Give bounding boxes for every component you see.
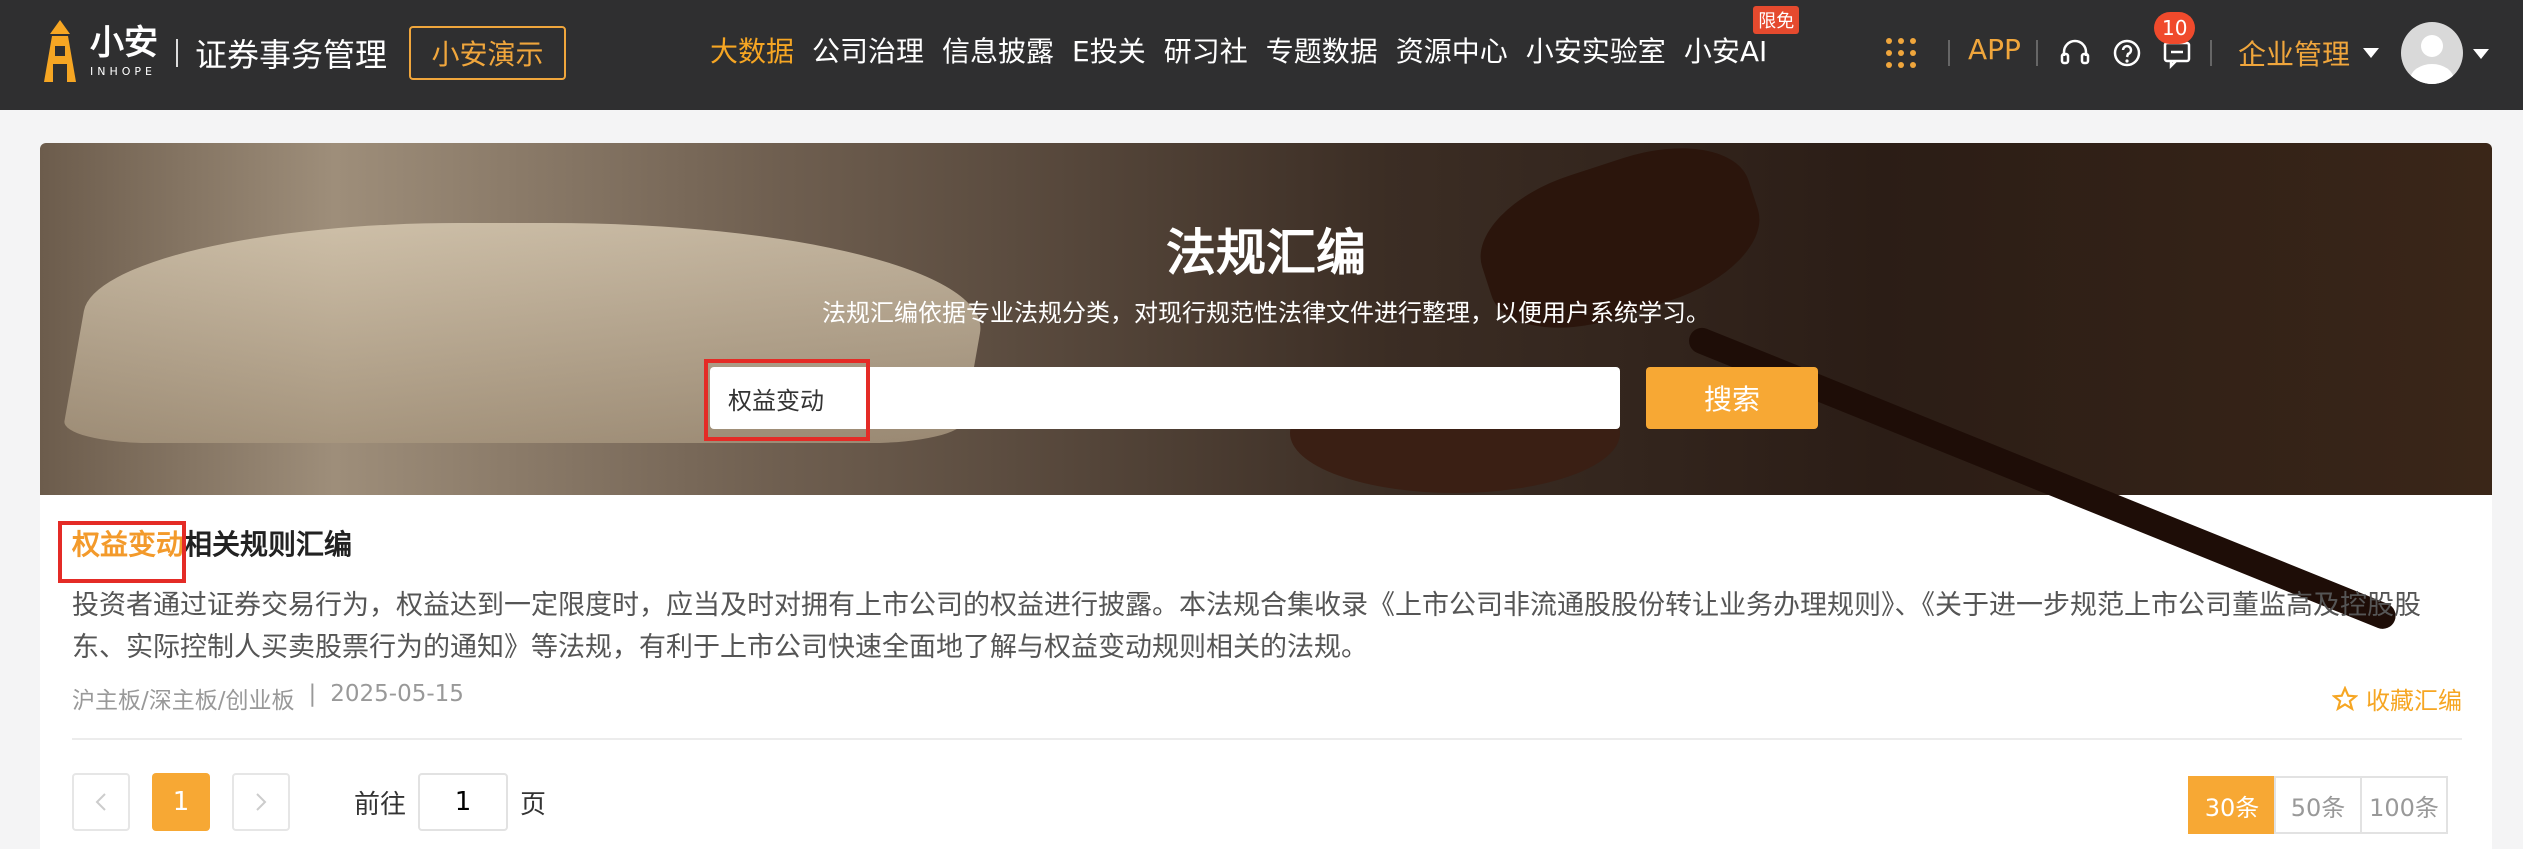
result-title-text: 相关规则汇编 <box>184 528 353 561</box>
org-menu[interactable]: 企业管理 <box>2238 33 2380 73</box>
highlight-box <box>704 359 870 441</box>
nav-item-topic-data[interactable]: 专题数据 <box>1266 30 1378 70</box>
demo-button[interactable]: 小安演示 <box>409 26 566 80</box>
chevron-left-icon <box>95 793 106 811</box>
nav-item-ai-label: 小安AI <box>1683 35 1768 68</box>
meta-separator: | <box>308 681 317 707</box>
logo-subtext: INHOPE <box>90 64 156 78</box>
result-meta: 沪主板/深主板/创业板 | 2025-05-15 <box>72 681 464 715</box>
message-count-badge: 10 <box>2154 12 2196 44</box>
main-nav: 大数据 公司治理 信息披露 E投关 研习社 专题数据 资源中心 小安实验室 小安… <box>710 6 1800 70</box>
headset-icon[interactable] <box>2058 36 2092 70</box>
nav-item-investor-relations[interactable]: E投关 <box>1072 30 1146 70</box>
page-size-30[interactable]: 30条 <box>2188 776 2276 834</box>
app-link[interactable]: APP <box>1968 33 2021 66</box>
free-badge: 限免 <box>1753 6 1800 34</box>
content-card: 法规汇编 法规汇编依据专业法规分类，对现行规范性法律文件进行整理，以便用户系统学… <box>40 143 2492 849</box>
org-menu-label: 企业管理 <box>2238 38 2351 71</box>
caret-down-icon <box>2363 48 2380 58</box>
caret-down-icon[interactable] <box>2472 48 2490 60</box>
nav-item-study-club[interactable]: 研习社 <box>1164 30 1248 70</box>
goto-page-input[interactable] <box>418 773 509 831</box>
prev-page-button[interactable] <box>72 773 130 831</box>
apps-grid-icon[interactable] <box>1886 38 1916 68</box>
nav-item-governance[interactable]: 公司治理 <box>812 30 924 70</box>
divider <box>1948 40 1950 66</box>
help-icon[interactable] <box>2110 36 2144 70</box>
logo-divider <box>176 39 178 67</box>
top-navbar: 小安 INHOPE 证券事务管理 小安演示 大数据 公司治理 信息披露 E投关 … <box>0 0 2523 110</box>
goto-prefix: 前往 <box>354 789 407 820</box>
page-subtitle: 法规汇编依据专业法规分类，对现行规范性法律文件进行整理，以便用户系统学习。 <box>822 299 1710 327</box>
nav-item-ai[interactable]: 小安AI 限免 <box>1683 6 1800 70</box>
divider <box>2036 40 2038 66</box>
app-title: 证券事务管理 <box>195 36 388 74</box>
result-boards: 沪主板/深主板/创业板 <box>72 688 295 714</box>
star-icon <box>2332 685 2358 711</box>
divider <box>72 738 2462 740</box>
logo-text: 小安 <box>90 22 158 63</box>
result-title[interactable]: 权益变动相关规则汇编 <box>72 523 2462 563</box>
pagination: 1 前往 页 <box>72 773 546 831</box>
favorite-label: 收藏汇编 <box>2366 687 2462 715</box>
favorite-button[interactable]: 收藏汇编 <box>2332 681 2462 716</box>
result-date: 2025-05-15 <box>330 681 464 707</box>
lighthouse-logo-icon <box>44 20 76 82</box>
avatar[interactable] <box>2401 22 2463 84</box>
chevron-right-icon <box>256 793 267 811</box>
banner: 法规汇编 法规汇编依据专业法规分类，对现行规范性法律文件进行整理，以便用户系统学… <box>40 143 2492 633</box>
highlight-box <box>58 521 186 583</box>
nav-item-big-data[interactable]: 大数据 <box>710 30 794 70</box>
nav-item-resource-center[interactable]: 资源中心 <box>1396 30 1508 70</box>
search-button[interactable]: 搜索 <box>1646 367 1818 429</box>
page-size-100[interactable]: 100条 <box>2360 776 2448 834</box>
goto-page: 前往 页 <box>354 773 546 831</box>
nav-item-lab[interactable]: 小安实验室 <box>1526 30 1666 70</box>
page-number-current[interactable]: 1 <box>152 773 210 831</box>
nav-item-disclosure[interactable]: 信息披露 <box>942 30 1054 70</box>
result-description: 投资者通过证券交易行为，权益达到一定限度时，应当及时对拥有上市公司的权益进行披露… <box>72 590 2421 663</box>
page-size-50[interactable]: 50条 <box>2274 776 2362 834</box>
user-icon <box>2410 35 2454 84</box>
divider <box>2210 40 2212 66</box>
logo[interactable]: 小安 INHOPE <box>40 20 158 82</box>
next-page-button[interactable] <box>232 773 290 831</box>
goto-suffix: 页 <box>520 789 547 820</box>
page-title: 法规汇编 <box>1166 224 1366 282</box>
page-size-selector: 30条 50条 100条 <box>2188 776 2448 834</box>
